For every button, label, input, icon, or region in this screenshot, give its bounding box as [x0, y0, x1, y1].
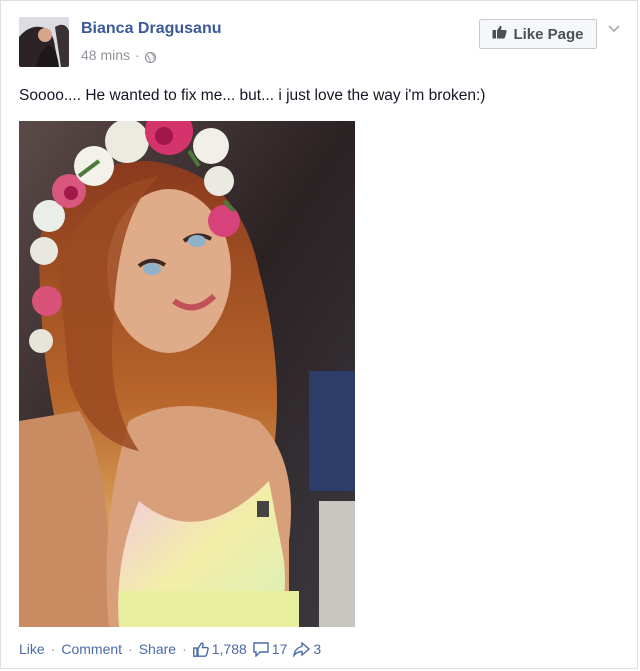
footer-separator: ·: [50, 641, 56, 657]
comments-count: 17: [271, 641, 288, 657]
selfie-image: [19, 121, 355, 627]
post-card: Bianca Dragusanu 48 mins · Like Page Soo…: [0, 0, 638, 669]
author-name[interactable]: Bianca Dragusanu: [81, 20, 221, 38]
share-link[interactable]: Share: [139, 641, 176, 657]
post-meta: 48 mins ·: [81, 47, 156, 63]
post-caption: Soooo.... He wanted to fix me... but... …: [19, 87, 486, 104]
like-page-label: Like Page: [513, 25, 584, 43]
thumbs-up-icon: [492, 25, 508, 43]
shares-stat[interactable]: 3: [293, 641, 321, 657]
chevron-down-icon[interactable]: [607, 21, 621, 33]
like-page-button[interactable]: Like Page: [479, 19, 597, 49]
thumbs-up-icon: [192, 641, 209, 657]
post-time[interactable]: 48 mins: [81, 47, 130, 63]
profile-photo: [19, 17, 69, 67]
footer-separator: ·: [128, 641, 133, 657]
footer-separator: ·: [182, 641, 187, 657]
meta-separator: ·: [135, 47, 140, 63]
post-footer: Like · Comment · Share · 1,788 17 3: [19, 641, 321, 657]
shares-count: 3: [313, 641, 322, 657]
likes-stat[interactable]: 1,788: [192, 641, 247, 657]
likes-count: 1,788: [211, 641, 247, 657]
comments-stat[interactable]: 17: [253, 641, 288, 657]
globe-icon: [144, 50, 156, 63]
like-link[interactable]: Like: [19, 641, 45, 657]
post-photo[interactable]: [19, 121, 355, 627]
comment-link[interactable]: Comment: [61, 641, 122, 657]
share-arrow-icon: [293, 641, 311, 657]
avatar[interactable]: [19, 17, 69, 67]
comment-bubble-icon: [253, 641, 269, 657]
